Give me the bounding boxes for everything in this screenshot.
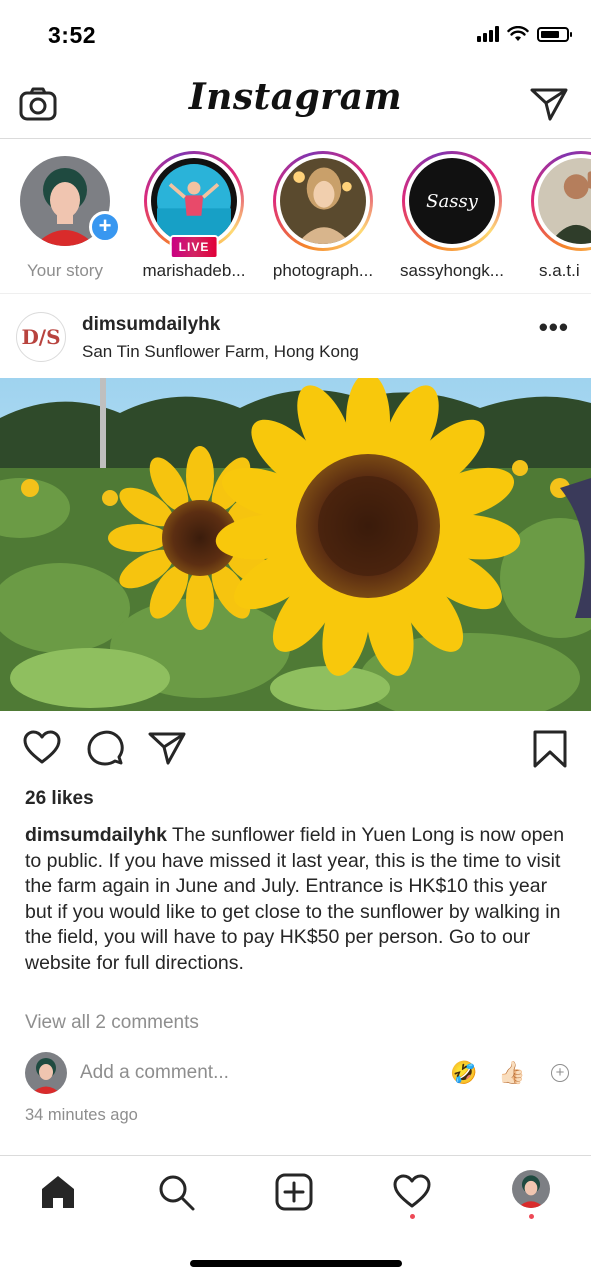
- post-action-bar: [0, 726, 591, 774]
- direct-messages-button[interactable]: [529, 84, 569, 129]
- post-caption: dimsumdailyhk The sunflower field in Yue…: [25, 823, 570, 976]
- heart-icon: [23, 730, 61, 764]
- home-indicator: [190, 1260, 402, 1267]
- stories-tray: + Your story LIVE marishadeb... photogra…: [0, 139, 591, 294]
- post-header: D/S dimsumdailyhk San Tin Sunflower Farm…: [0, 294, 591, 378]
- story-label: Your story: [27, 261, 103, 280]
- comment-icon: [87, 730, 124, 766]
- bookmark-icon: [533, 730, 567, 768]
- share-button[interactable]: [147, 728, 187, 773]
- post-timestamp: 34 minutes ago: [25, 1106, 138, 1124]
- story-avatar: Sassy: [409, 158, 495, 244]
- story-avatar-ring: [273, 151, 373, 251]
- more-emoji-icon[interactable]: +: [551, 1064, 569, 1082]
- like-button[interactable]: [22, 728, 62, 773]
- save-button[interactable]: [530, 728, 570, 775]
- story-avatar-ring: LIVE: [144, 151, 244, 259]
- nav-search[interactable]: [156, 1172, 196, 1217]
- story-item[interactable]: Sassy sassyhongk...: [392, 151, 512, 281]
- laughing-emoji-button[interactable]: 🤣: [450, 1060, 477, 1086]
- story-label: photograph...: [272, 261, 374, 280]
- nav-profile[interactable]: [512, 1170, 550, 1208]
- view-all-comments-link[interactable]: View all 2 comments: [25, 1012, 199, 1034]
- status-bar: 3:52: [0, 0, 591, 70]
- story-label: marishadeb...: [142, 261, 246, 280]
- instagram-logo: Instagram: [188, 76, 403, 118]
- caption-username[interactable]: dimsumdailyhk: [25, 824, 167, 846]
- profile-avatar: [512, 1170, 550, 1208]
- add-comment-row: Add a comment... 🤣 👍🏻 +: [0, 1050, 591, 1098]
- story-avatar: [151, 158, 237, 244]
- post-author-avatar[interactable]: D/S: [16, 312, 66, 362]
- post-location[interactable]: San Tin Sunflower Farm, Hong Kong: [82, 342, 359, 362]
- story-avatar-ring: [531, 151, 591, 251]
- share-icon: [148, 732, 186, 765]
- profile-notification-dot: [529, 1214, 534, 1219]
- comment-button[interactable]: [85, 728, 125, 773]
- nav-new-post[interactable]: [274, 1172, 314, 1217]
- more-options-icon[interactable]: •••: [539, 312, 569, 343]
- story-label: s.a.t.i: [539, 261, 580, 280]
- post-image[interactable]: [0, 378, 591, 711]
- story-item[interactable]: photograph...: [263, 151, 383, 281]
- direct-send-icon: [530, 88, 568, 121]
- battery-icon: [537, 26, 572, 42]
- story-your-story[interactable]: + Your story: [5, 151, 125, 281]
- add-comment-input[interactable]: Add a comment...: [80, 1062, 229, 1084]
- nav-home[interactable]: [38, 1172, 78, 1217]
- status-icons: [477, 26, 572, 42]
- post-author-username[interactable]: dimsumdailyhk: [82, 314, 220, 336]
- story-avatar: [280, 158, 366, 244]
- story-avatar-ring: +: [15, 151, 121, 251]
- add-story-icon[interactable]: +: [89, 211, 121, 243]
- avatar-logo-text: D/S: [21, 325, 61, 349]
- search-icon: [159, 1175, 195, 1211]
- live-badge: LIVE: [169, 235, 219, 259]
- new-post-icon: [275, 1173, 313, 1211]
- current-user-avatar: [25, 1052, 67, 1094]
- story-avatar-ring: Sassy: [402, 151, 502, 251]
- home-icon: [42, 1176, 74, 1208]
- activity-heart-icon: [393, 1174, 431, 1208]
- cellular-signal-icon: [477, 26, 499, 42]
- bottom-navigation: [0, 1155, 591, 1236]
- story-item[interactable]: LIVE marishadeb...: [134, 151, 254, 281]
- sassy-logo-text: Sassy: [426, 190, 478, 212]
- story-avatar: [538, 158, 591, 244]
- story-item[interactable]: s.a.t.i: [521, 151, 591, 281]
- wifi-icon: [507, 26, 529, 41]
- activity-notification-dot: [410, 1214, 415, 1219]
- nav-activity[interactable]: [392, 1172, 432, 1217]
- thumbs-up-emoji-button[interactable]: 👍🏻: [498, 1060, 525, 1086]
- caption-text: The sunflower field in Yuen Long is now …: [25, 824, 565, 974]
- story-label: sassyhongk...: [400, 261, 504, 280]
- status-time: 3:52: [48, 22, 97, 48]
- likes-count[interactable]: 26 likes: [25, 788, 94, 810]
- top-navigation: Instagram: [0, 70, 591, 139]
